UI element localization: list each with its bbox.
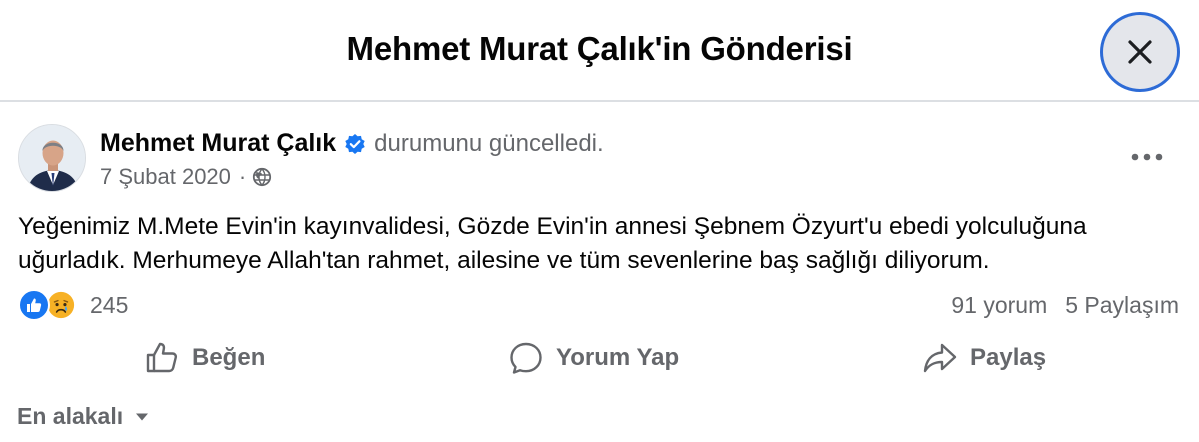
comments-sort-dropdown[interactable]: En alakalı	[17, 403, 149, 430]
post-stats: 91 yorum 5 Paylaşım	[951, 292, 1179, 319]
share-icon	[923, 343, 957, 373]
sort-label: En alakalı	[17, 403, 124, 429]
reaction-icons	[18, 289, 82, 321]
author-line: Mehmet Murat Çalık durumunu güncelledi.	[100, 129, 604, 158]
close-button[interactable]	[1103, 15, 1177, 89]
comment-count-link[interactable]: 91 yorum	[951, 292, 1047, 318]
post-date[interactable]: 7 Şubat 2020	[100, 164, 231, 190]
close-icon	[1128, 40, 1152, 64]
post-dialog-header: Mehmet Murat Çalık'in Gönderisi	[0, 0, 1199, 102]
thumbs-up-icon	[146, 342, 178, 373]
verified-badge-icon	[345, 133, 365, 154]
share-count-link[interactable]: 5 Paylaşım	[1065, 292, 1179, 318]
more-options-button[interactable]	[1127, 145, 1167, 169]
meta-separator: ·	[238, 164, 247, 189]
like-button-label: Beğen	[192, 344, 266, 371]
like-button[interactable]: Beğen	[144, 330, 265, 386]
author-photo	[19, 125, 85, 191]
caret-down-icon	[136, 413, 149, 420]
author-avatar[interactable]	[18, 124, 86, 192]
globe-icon[interactable]	[252, 167, 272, 187]
comment-button[interactable]: Yorum Yap	[508, 330, 679, 386]
author-name[interactable]: Mehmet Murat Çalık	[100, 129, 336, 158]
post-meta: 7 Şubat 2020 ·	[100, 164, 272, 190]
post-text: Yeğenimiz M.Mete Evin'in kayınvalidesi, …	[18, 213, 1087, 274]
comment-button-label: Yorum Yap	[556, 344, 680, 371]
share-button-label: Paylaş	[970, 344, 1047, 371]
reaction-count: 245	[90, 291, 129, 318]
dialog-title: Mehmet Murat Çalık'in Gönderisi	[346, 30, 853, 67]
post-action-text: durumunu güncelledi.	[374, 129, 604, 157]
like-icon	[18, 289, 50, 321]
reactions-summary[interactable]: 245	[18, 289, 128, 321]
more-options-icon	[1131, 153, 1163, 161]
comment-icon	[510, 342, 542, 374]
share-button[interactable]: Paylaş	[922, 330, 1046, 386]
post-actions-bar: Beğen Yorum Yap Paylaş	[0, 330, 1199, 386]
